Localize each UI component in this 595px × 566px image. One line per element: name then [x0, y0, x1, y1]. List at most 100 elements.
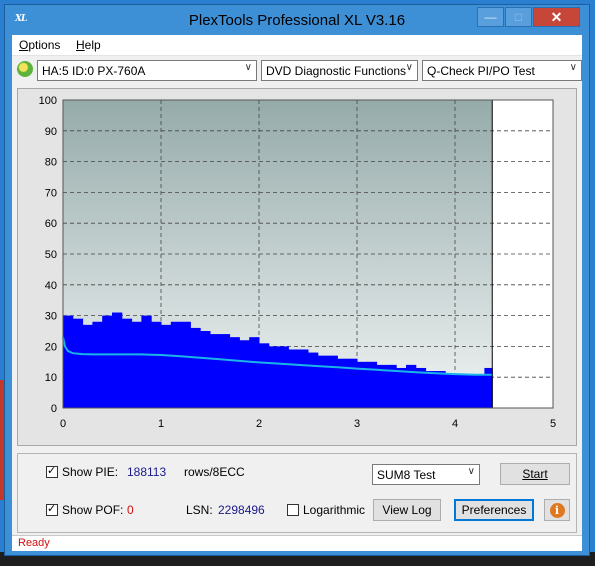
show-pof-label: Show POF:: [62, 503, 124, 517]
checkmark-icon: ✓: [47, 503, 57, 515]
sum8-test-select[interactable]: SUM8 Test ∨: [372, 464, 480, 485]
pie-bar: [180, 321, 191, 408]
status-text: Ready: [18, 537, 50, 549]
pie-bar: [327, 355, 338, 408]
maximize-button[interactable]: □: [505, 7, 532, 27]
rows-unit-label: rows/8ECC: [184, 465, 245, 479]
y-tick-label: 30: [45, 311, 57, 323]
pie-bar: [141, 315, 152, 408]
pie-bar: [239, 340, 250, 408]
x-tick-label: 5: [550, 418, 556, 430]
start-button[interactable]: Start: [500, 463, 570, 485]
function-select-value: DVD Diagnostic Functions: [266, 64, 407, 78]
menu-options[interactable]: Options: [19, 38, 60, 52]
drive-select-value: HA:5 ID:0 PX-760A: [42, 64, 146, 78]
chart-panel: 0 10 20 30 40 50 60 70 80 90 100 0 1 2 3 4 5: [17, 88, 577, 446]
y-tick-label: 40: [45, 280, 57, 292]
x-tick-label: 1: [158, 418, 164, 430]
menu-options-accel: O: [19, 38, 29, 52]
show-pof-checkbox[interactable]: ✓: [46, 503, 58, 516]
close-button[interactable]: ✕: [533, 7, 580, 27]
pie-bar: [464, 374, 476, 408]
pie-bar: [210, 334, 221, 408]
minimize-icon: —: [484, 10, 497, 24]
logarithmic-label: Logarithmic: [303, 503, 366, 517]
chevron-down-icon: ∨: [405, 62, 413, 73]
pie-bar: [317, 355, 329, 408]
pie-bar: [92, 321, 103, 408]
status-bar: Ready: [12, 535, 582, 551]
y-tick-label: 0: [51, 403, 57, 415]
info-icon: i: [549, 503, 565, 518]
pie-bar: [415, 367, 427, 408]
pie-bar: [249, 337, 260, 408]
info-button[interactable]: i: [544, 499, 570, 521]
pie-bar: [259, 343, 270, 408]
pie-bar: [229, 337, 240, 408]
function-select[interactable]: DVD Diagnostic Functions ∨: [261, 60, 418, 81]
pie-bar: [308, 352, 319, 408]
pie-bar: [376, 364, 387, 408]
y-tick-label: 100: [39, 95, 57, 107]
y-tick-label: 10: [45, 372, 57, 384]
chevron-down-icon: ∨: [569, 62, 577, 73]
checkmark-icon: ✓: [47, 465, 57, 477]
show-pie-checkbox[interactable]: ✓: [46, 465, 58, 478]
pie-bar: [298, 349, 309, 408]
pie-bar: [474, 374, 485, 408]
pie-bar: [121, 318, 133, 408]
pie-bar: [396, 367, 407, 408]
menu-bar: Options Help: [12, 35, 582, 56]
pie-bar: [425, 371, 436, 408]
y-tick-label: 60: [45, 218, 57, 230]
y-tick-label: 50: [45, 249, 57, 261]
sum8-test-value: SUM8 Test: [377, 468, 436, 482]
pie-bar: [200, 331, 211, 408]
pie-bar: [102, 315, 113, 408]
preferences-label: Preferences: [461, 503, 527, 517]
logarithmic-checkbox[interactable]: [287, 504, 299, 516]
pie-bar: [268, 346, 280, 408]
y-tick-label: 20: [45, 341, 57, 353]
view-log-button[interactable]: View Log: [373, 499, 441, 521]
app-window: XL PlexTools Professional XL V3.16 — □ ✕…: [4, 4, 590, 556]
pie-bar: [82, 324, 93, 408]
pie-bar: [190, 327, 201, 408]
drive-select[interactable]: HA:5 ID:0 PX-760A ∨: [37, 60, 257, 81]
menu-help-rest: elp: [84, 38, 101, 52]
toolbar: HA:5 ID:0 PX-760A ∨ DVD Diagnostic Funct…: [12, 56, 582, 84]
pie-bar: [63, 315, 74, 408]
menu-options-rest: ptions: [28, 38, 61, 52]
minimize-button[interactable]: —: [477, 7, 504, 27]
test-select-value: Q-Check PI/PO Test: [427, 64, 535, 78]
pie-bar: [337, 358, 348, 408]
pi-po-chart: 0 10 20 30 40 50 60 70 80 90 100 0 1 2 3 4 5: [39, 95, 556, 430]
lsn-label: LSN:: [186, 503, 213, 517]
chevron-down-icon: ∨: [244, 62, 252, 73]
pie-bar: [347, 358, 358, 408]
pie-bar: [131, 321, 142, 408]
menu-help-accel: H: [76, 38, 85, 52]
test-select[interactable]: Q-Check PI/PO Test ∨: [422, 60, 582, 81]
drive-icon: [17, 61, 33, 77]
pof-value: 0: [127, 503, 134, 517]
pie-bar: [151, 321, 162, 408]
results-panel: ✓ Show PIE: 188113 rows/8ECC SUM8 Test ∨…: [17, 453, 577, 533]
chevron-down-icon: ∨: [467, 466, 475, 477]
show-pie-label: Show PIE:: [62, 465, 119, 479]
pie-bar: [278, 346, 289, 408]
y-tick-label: 80: [45, 157, 57, 169]
title-bar[interactable]: XL PlexTools Professional XL V3.16 — □ ✕: [5, 5, 589, 35]
x-tick-label: 2: [256, 418, 262, 430]
start-button-label: Start: [522, 467, 548, 481]
pie-bar: [435, 371, 446, 408]
y-tick-label: 90: [45, 126, 57, 138]
preferences-button[interactable]: Preferences: [454, 499, 534, 521]
menu-help[interactable]: Help: [76, 38, 101, 52]
pie-bar: [455, 374, 466, 408]
pie-bar: [288, 349, 299, 408]
view-log-label: View Log: [382, 503, 432, 517]
pie-bar: [445, 374, 456, 408]
pie-bar: [170, 321, 182, 408]
pie-value: 188113: [127, 465, 167, 479]
